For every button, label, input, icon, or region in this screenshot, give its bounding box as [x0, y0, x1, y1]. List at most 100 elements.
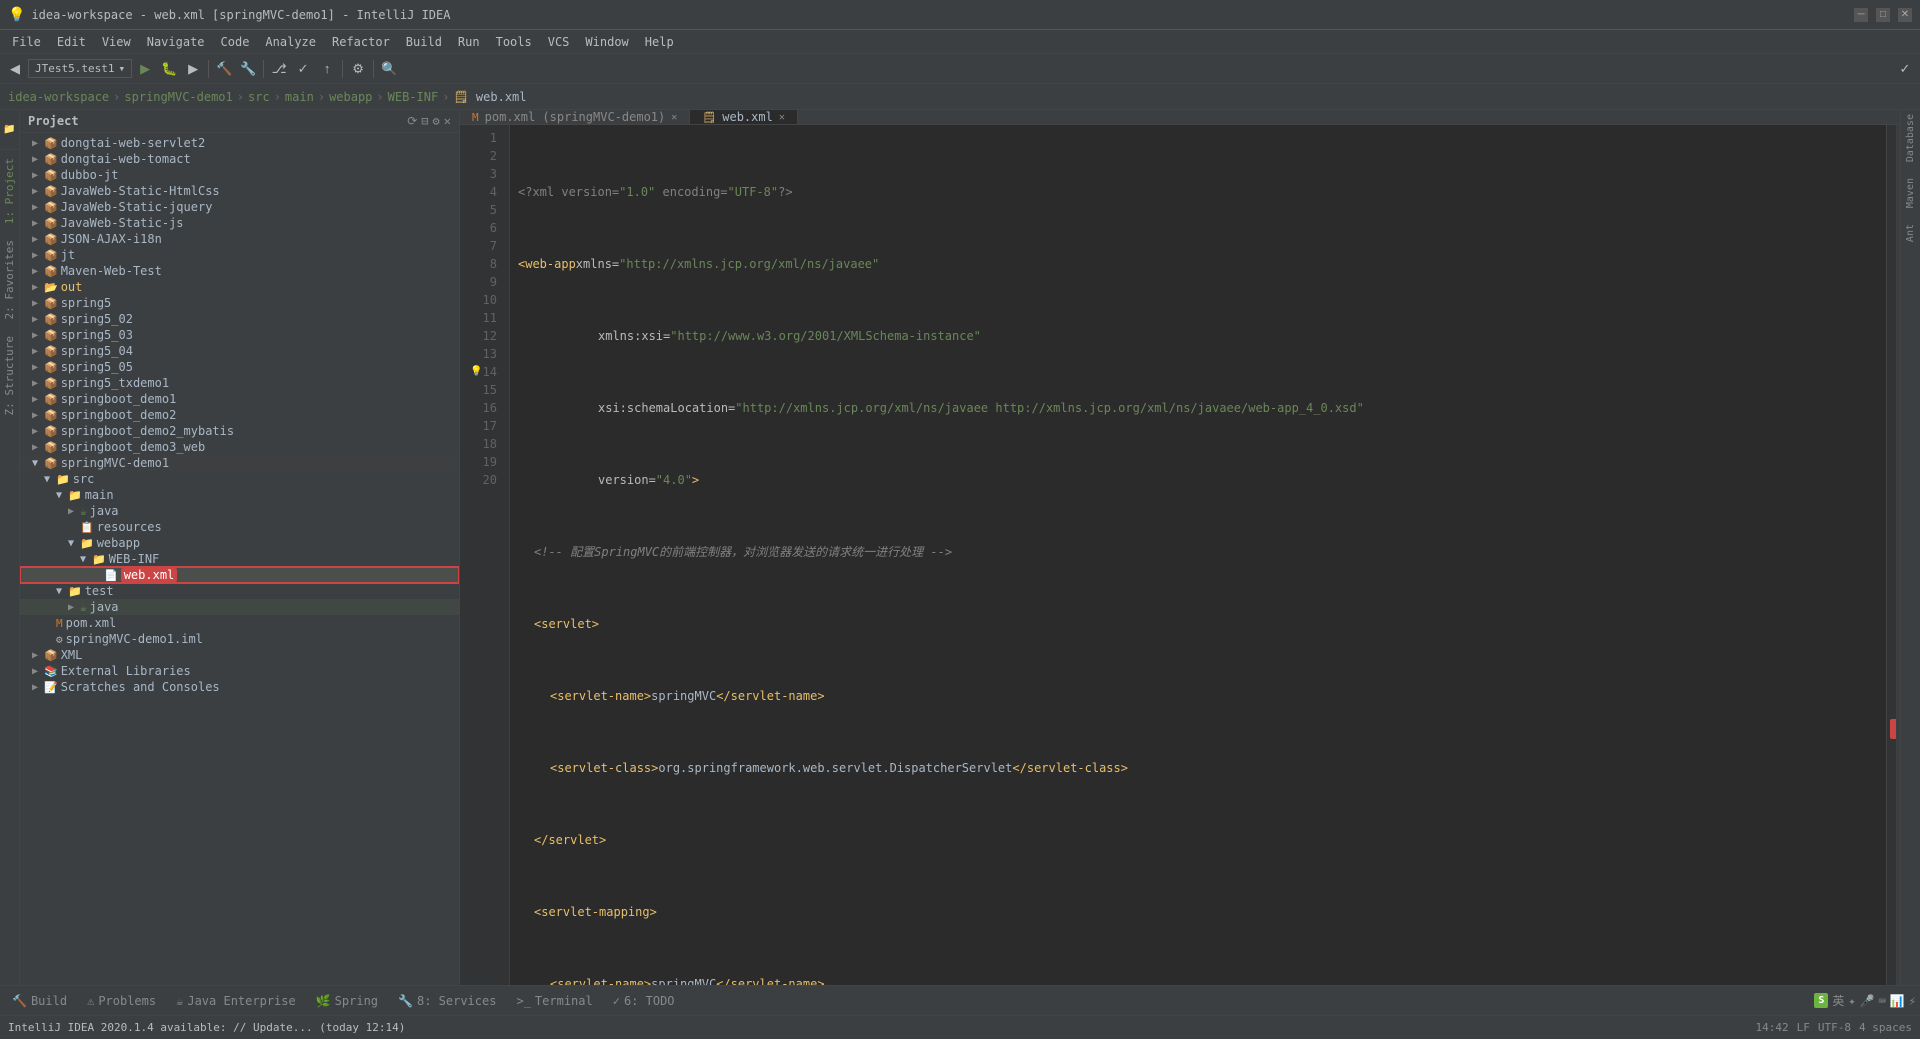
- vcs-status-button[interactable]: ✓: [1894, 58, 1916, 80]
- tree-item-spring5_02[interactable]: ▶ 📦 spring5_02: [20, 311, 459, 327]
- menu-vcs[interactable]: VCS: [540, 33, 578, 51]
- debug-button[interactable]: 🐛: [158, 58, 180, 80]
- tree-item-scratches[interactable]: ▶ 📝 Scratches and Consoles: [20, 679, 459, 695]
- line-ending-indicator[interactable]: LF: [1797, 1021, 1810, 1034]
- sync-icon[interactable]: ⟳: [407, 114, 417, 128]
- code-editor[interactable]: <?xml version="1.0" encoding="UTF-8"?> <…: [510, 125, 1886, 985]
- tree-item-test[interactable]: ▼ 📁 test: [20, 583, 459, 599]
- tree-item-springMVC-demo1-iml[interactable]: ▶ ⚙ springMVC-demo1.iml: [20, 631, 459, 647]
- tab-web-xml[interactable]: 🗒 web.xml ✕: [690, 110, 798, 124]
- tree-item-pom-xml[interactable]: ▶ M pom.xml: [20, 615, 459, 631]
- search-everywhere-button[interactable]: 🔍: [378, 58, 400, 80]
- tree-item-java2[interactable]: ▶ ☕ java: [20, 599, 459, 615]
- tree-item-springboot_demo2[interactable]: ▶ 📦 springboot_demo2: [20, 407, 459, 423]
- tree-item-main[interactable]: ▼ 📁 main: [20, 487, 459, 503]
- settings-button[interactable]: ⚙: [347, 58, 369, 80]
- tree-item-JavaWeb-Static-HtmlCss[interactable]: ▶ 📦 JavaWeb-Static-HtmlCss: [20, 183, 459, 199]
- close-button[interactable]: ✕: [1898, 8, 1912, 22]
- tree-item-java[interactable]: ▶ ☕ java: [20, 503, 459, 519]
- tree-item-web-xml[interactable]: ▶ 📄 web.xml: [20, 567, 459, 583]
- breadcrumb-idea-workspace[interactable]: idea-workspace: [8, 90, 109, 104]
- tree-item-spring5_04[interactable]: ▶ 📦 spring5_04: [20, 343, 459, 359]
- side-tab-project[interactable]: 1: Project: [3, 158, 16, 224]
- menu-help[interactable]: Help: [637, 33, 682, 51]
- tree-item-Maven-Web-Test[interactable]: ▶ 📦 Maven-Web-Test: [20, 263, 459, 279]
- close-panel-icon[interactable]: ✕: [444, 114, 451, 128]
- tree-item-JavaWeb-Static-js[interactable]: ▶ 📦 JavaWeb-Static-js: [20, 215, 459, 231]
- project-panel-toggle[interactable]: 📁: [0, 110, 19, 150]
- tree-item-spring5_05[interactable]: ▶ 📦 spring5_05: [20, 359, 459, 375]
- tree-item-spring5[interactable]: ▶ 📦 spring5: [20, 295, 459, 311]
- encoding-indicator[interactable]: UTF-8: [1818, 1021, 1851, 1034]
- menu-edit[interactable]: Edit: [49, 33, 94, 51]
- menu-view[interactable]: View: [94, 33, 139, 51]
- tree-item-WEB-INF[interactable]: ▼ 📁 WEB-INF: [20, 551, 459, 567]
- tree-item-XML[interactable]: ▶ 📦 XML: [20, 647, 459, 663]
- menu-file[interactable]: File: [4, 33, 49, 51]
- tree-item-springboot_demo2_mybatis[interactable]: ▶ 📦 springboot_demo2_mybatis: [20, 423, 459, 439]
- side-tab-maven[interactable]: Maven: [1905, 178, 1916, 208]
- side-tab-favorites[interactable]: 2: Favorites: [3, 240, 16, 319]
- tree-item-JavaWeb-Static-jquery[interactable]: ▶ 📦 JavaWeb-Static-jquery: [20, 199, 459, 215]
- tree-item-webapp[interactable]: ▼ 📁 webapp: [20, 535, 459, 551]
- bottom-tab-spring[interactable]: 🌿 Spring: [308, 992, 386, 1010]
- bottom-tab-build[interactable]: 🔨 Build: [4, 992, 75, 1010]
- menu-navigate[interactable]: Navigate: [139, 33, 213, 51]
- menu-analyze[interactable]: Analyze: [257, 33, 324, 51]
- run-button[interactable]: ▶: [134, 58, 156, 80]
- close-web-xml-tab[interactable]: ✕: [779, 112, 785, 123]
- run-with-coverage-button[interactable]: ▶: [182, 58, 204, 80]
- build-button[interactable]: 🔨: [213, 58, 235, 80]
- bottom-tab-terminal[interactable]: >_ Terminal: [508, 992, 600, 1010]
- tree-item-out[interactable]: ▶ 📂 out: [20, 279, 459, 295]
- breadcrumb-web-xml[interactable]: 🗒 web.xml: [453, 90, 526, 104]
- menu-run[interactable]: Run: [450, 33, 488, 51]
- breadcrumb-WEB-INF[interactable]: WEB-INF: [388, 90, 439, 104]
- bottom-tab-todo[interactable]: ✓ 6: TODO: [605, 992, 683, 1010]
- breadcrumb-springMVC-demo1[interactable]: springMVC-demo1: [124, 90, 232, 104]
- tree-item-spring5_txdemo1[interactable]: ▶ 📦 spring5_txdemo1: [20, 375, 459, 391]
- menu-tools[interactable]: Tools: [488, 33, 540, 51]
- menu-build[interactable]: Build: [398, 33, 450, 51]
- bottom-tab-services[interactable]: 🔧 8: Services: [390, 992, 504, 1010]
- tree-item-spring5_03[interactable]: ▶ 📦 spring5_03: [20, 327, 459, 343]
- menu-window[interactable]: Window: [577, 33, 636, 51]
- side-tab-ant[interactable]: Ant: [1905, 224, 1916, 242]
- minimize-button[interactable]: ─: [1854, 8, 1868, 22]
- breadcrumb-main[interactable]: main: [285, 90, 314, 104]
- menu-code[interactable]: Code: [213, 33, 258, 51]
- close-pom-xml-tab[interactable]: ✕: [671, 112, 677, 123]
- tree-item-dongtai-web-servlet2[interactable]: ▶ 📦 dongtai-web-servlet2: [20, 135, 459, 151]
- tree-item-dubbo-jt[interactable]: ▶ 📦 dubbo-jt: [20, 167, 459, 183]
- tree-item-src[interactable]: ▼ 📁 src: [20, 471, 459, 487]
- tree-item-JSON-AJAX-i18n[interactable]: ▶ 📦 JSON-AJAX-i18n: [20, 231, 459, 247]
- indent-indicator[interactable]: 4 spaces: [1859, 1021, 1912, 1034]
- gear-icon[interactable]: ⚙: [433, 114, 440, 128]
- rebuild-button[interactable]: 🔧: [237, 58, 259, 80]
- menu-refactor[interactable]: Refactor: [324, 33, 398, 51]
- run-config-selector[interactable]: JTest5.test1 ▾: [28, 59, 132, 78]
- side-tab-database[interactable]: Database: [1905, 114, 1916, 162]
- back-button[interactable]: ◀: [4, 58, 26, 80]
- line-col-indicator[interactable]: 14:42: [1756, 1021, 1789, 1034]
- side-tab-structure[interactable]: Z: Structure: [3, 336, 16, 415]
- services-label: 8: Services: [417, 994, 496, 1008]
- bottom-tab-problems[interactable]: ⚠ Problems: [79, 992, 164, 1010]
- tab-pom-xml[interactable]: M pom.xml (springMVC-demo1) ✕: [460, 110, 690, 124]
- breadcrumb-src[interactable]: src: [248, 90, 270, 104]
- bottom-tab-java-enterprise[interactable]: ☕ Java Enterprise: [168, 992, 304, 1010]
- tree-item-springboot_demo3_web[interactable]: ▶ 📦 springboot_demo3_web: [20, 439, 459, 455]
- tree-item-resources[interactable]: ▶ 📋 resources: [20, 519, 459, 535]
- push-button[interactable]: ↑: [316, 58, 338, 80]
- maximize-button[interactable]: □: [1876, 8, 1890, 22]
- tree-item-dongtai-web-tomact[interactable]: ▶ 📦 dongtai-web-tomact: [20, 151, 459, 167]
- tree-item-external-libraries[interactable]: ▶ 📚 External Libraries: [20, 663, 459, 679]
- commit-button[interactable]: ✓: [292, 58, 314, 80]
- tree-item-jt[interactable]: ▶ 📦 jt: [20, 247, 459, 263]
- breadcrumb-webapp[interactable]: webapp: [329, 90, 372, 104]
- scrollbar-track[interactable]: [1886, 125, 1900, 985]
- tree-item-springboot_demo1[interactable]: ▶ 📦 springboot_demo1: [20, 391, 459, 407]
- tree-item-springMVC-demo1[interactable]: ▼ 📦 springMVC-demo1: [20, 455, 459, 471]
- collapse-all-icon[interactable]: ⊟: [421, 114, 428, 128]
- git-button[interactable]: ⎇: [268, 58, 290, 80]
